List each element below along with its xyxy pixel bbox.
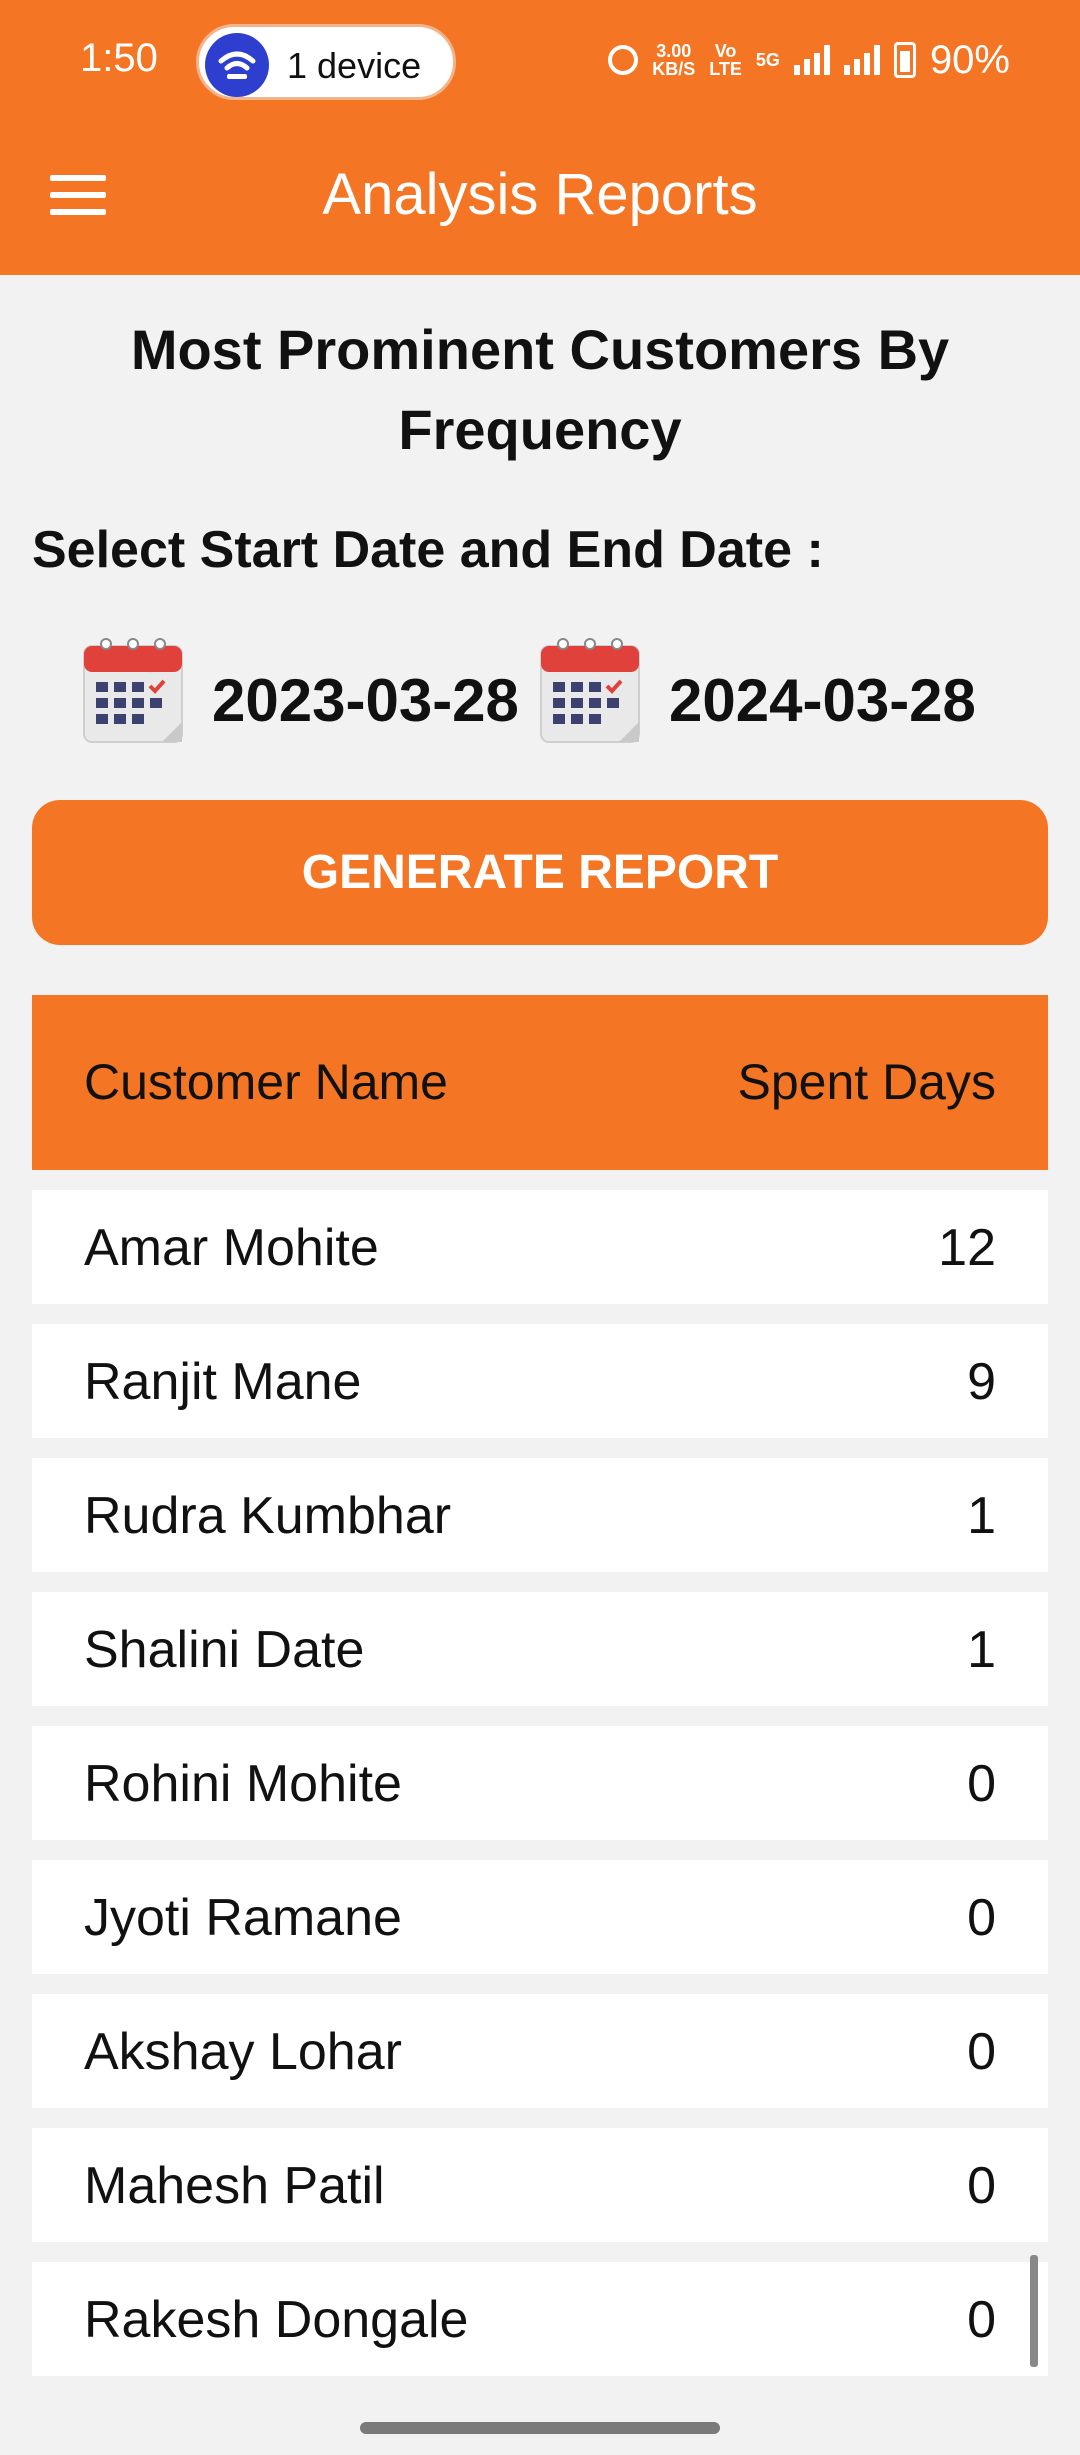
net-speed: 3.00 KB/S — [652, 42, 695, 78]
customer-name: Jyoti Ramane — [84, 1889, 402, 1947]
end-date-value[interactable]: 2024-03-28 — [669, 666, 976, 735]
table-row[interactable]: Rohini Mohite 0 — [32, 1726, 1048, 1840]
net-speed-value: 3.00 — [656, 41, 692, 61]
table-row[interactable]: Jyoti Ramane 0 — [32, 1860, 1048, 1974]
alarm-icon — [608, 45, 639, 75]
net-type: 5G — [755, 50, 780, 70]
volte-indicator: Vo LTE — [709, 42, 742, 78]
customer-name: Amar Mohite — [84, 1219, 379, 1277]
customer-name: Rudra Kumbhar — [84, 1487, 452, 1545]
spent-days: 9 — [967, 1353, 996, 1411]
table-row[interactable]: Shalini Date 1 — [32, 1592, 1048, 1706]
table-row[interactable]: Rudra Kumbhar 1 — [32, 1458, 1048, 1572]
table-row[interactable]: Amar Mohite 12 — [32, 1190, 1048, 1304]
spent-days: 0 — [967, 2291, 996, 2349]
spent-days: 0 — [967, 1755, 996, 1813]
customer-name: Ranjit Mane — [84, 1353, 362, 1411]
device-pill-label: 1 device — [287, 45, 422, 86]
signal-icon-2 — [843, 45, 880, 75]
battery-icon — [893, 42, 916, 78]
battery-percent: 90% — [929, 37, 1010, 82]
signal-icon — [793, 45, 830, 75]
customer-table: Amar Mohite 12 Ranjit Mane 9 Rudra Kumbh… — [32, 1190, 1048, 2396]
customer-name: Rakesh Dongale — [84, 2291, 469, 2349]
page-heading: Most Prominent Customers By Frequency — [130, 318, 950, 461]
app-bar: Analysis Reports — [0, 125, 1080, 275]
volte-top: Vo — [714, 41, 737, 61]
spent-days: 0 — [967, 2023, 996, 2081]
end-calendar-icon[interactable] — [537, 636, 643, 746]
spent-days: 12 — [938, 1219, 996, 1277]
customer-name: Rohini Mohite — [84, 1755, 402, 1813]
spent-days: 1 — [967, 1621, 996, 1679]
table-header: Customer Name Spent Days — [32, 995, 1048, 1170]
hotspot-device-pill[interactable]: 1 device — [196, 24, 456, 100]
spent-days: 1 — [967, 1487, 996, 1545]
app-bar-title: Analysis Reports — [322, 162, 758, 227]
generate-report-button[interactable]: GENERATE REPORT — [32, 800, 1048, 945]
top-header: 1:50 1 device 3.00 KB/S Vo LTE 5G 90% An… — [0, 0, 1080, 275]
status-icons: 3.00 KB/S Vo LTE 5G 90% — [608, 30, 1010, 90]
spent-days: 0 — [967, 2157, 996, 2215]
volte-bottom: LTE — [709, 59, 742, 79]
table-row[interactable]: Mahesh Patil 0 — [32, 2128, 1048, 2242]
wifi-icon — [205, 33, 269, 97]
table-row[interactable]: Akshay Lohar 0 — [32, 1994, 1048, 2108]
status-time: 1:50 — [80, 36, 158, 80]
net-speed-unit: KB/S — [652, 59, 696, 79]
scrollbar[interactable] — [1030, 2255, 1038, 2367]
start-date-value[interactable]: 2023-03-28 — [212, 666, 519, 735]
home-indicator[interactable] — [360, 2422, 720, 2434]
customer-name: Mahesh Patil — [84, 2157, 385, 2215]
table-row[interactable]: Ranjit Mane 9 — [32, 1324, 1048, 1438]
column-header-customer-name: Customer Name — [84, 1054, 448, 1110]
customer-name: Akshay Lohar — [84, 2023, 402, 2081]
date-prompt: Select Start Date and End Date : — [32, 521, 824, 579]
table-row[interactable]: Rakesh Dongale 0 — [32, 2262, 1048, 2376]
customer-name: Shalini Date — [84, 1621, 365, 1679]
spent-days: 0 — [967, 1889, 996, 1947]
start-calendar-icon[interactable] — [80, 636, 186, 746]
column-header-spent-days: Spent Days — [737, 1054, 996, 1110]
date-range: 2023-03-28 2024-03-28 — [0, 636, 1080, 756]
status-bar: 1:50 1 device 3.00 KB/S Vo LTE 5G 90% — [0, 0, 1080, 125]
